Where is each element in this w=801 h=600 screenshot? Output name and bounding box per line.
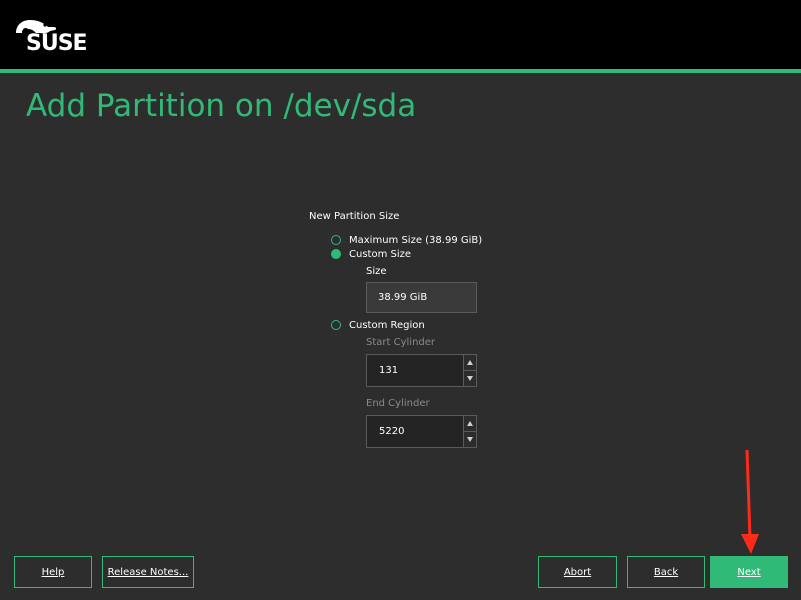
- end-cylinder-label: End Cylinder: [366, 398, 430, 409]
- end-cylinder-spinbox[interactable]: 5220: [366, 415, 477, 448]
- page-title: Add Partition on /dev/sda: [26, 88, 417, 124]
- spin-up-button[interactable]: [464, 355, 476, 371]
- release-notes-button[interactable]: Release Notes...: [102, 556, 194, 588]
- suse-logo: SUSE: [14, 17, 94, 57]
- section-label-partition-size: New Partition Size: [309, 211, 400, 222]
- spin-down-button[interactable]: [464, 371, 476, 386]
- end-cylinder-value[interactable]: 5220: [379, 416, 404, 447]
- start-cylinder-label: Start Cylinder: [366, 337, 436, 348]
- chevron-down-icon: [467, 437, 473, 442]
- radio-label: Maximum Size (38.99 GiB): [349, 234, 483, 246]
- radio-maximum-size[interactable]: Maximum Size (38.99 GiB): [331, 233, 482, 247]
- radio-button-checked[interactable]: [331, 249, 341, 259]
- logo-text: SUSE: [26, 31, 88, 56]
- start-cylinder-value[interactable]: 131: [379, 355, 398, 386]
- chevron-up-icon: [467, 360, 473, 365]
- header-accent-stripe: [0, 69, 801, 73]
- header-bar: SUSE: [0, 0, 801, 69]
- abort-button[interactable]: Abort: [538, 556, 617, 588]
- radio-custom-size[interactable]: Custom Size: [331, 247, 411, 261]
- radio-custom-region[interactable]: Custom Region: [331, 318, 425, 332]
- chevron-down-icon: [467, 376, 473, 381]
- next-button[interactable]: Next: [710, 556, 788, 588]
- chevron-up-icon: [467, 421, 473, 426]
- help-button[interactable]: Help: [14, 556, 92, 588]
- spin-buttons: [463, 416, 476, 447]
- start-cylinder-spinbox[interactable]: 131: [366, 354, 477, 387]
- size-input[interactable]: 38.99 GiB: [366, 282, 477, 313]
- back-button[interactable]: Back: [627, 556, 705, 588]
- spin-up-button[interactable]: [464, 416, 476, 432]
- spin-down-button[interactable]: [464, 432, 476, 447]
- radio-label: Custom Size: [349, 248, 412, 260]
- size-label: Size: [366, 266, 387, 277]
- radio-label: Custom Region: [349, 319, 425, 331]
- radio-button-unchecked[interactable]: [331, 320, 341, 330]
- spin-buttons: [463, 355, 476, 386]
- radio-button-unchecked[interactable]: [331, 235, 341, 245]
